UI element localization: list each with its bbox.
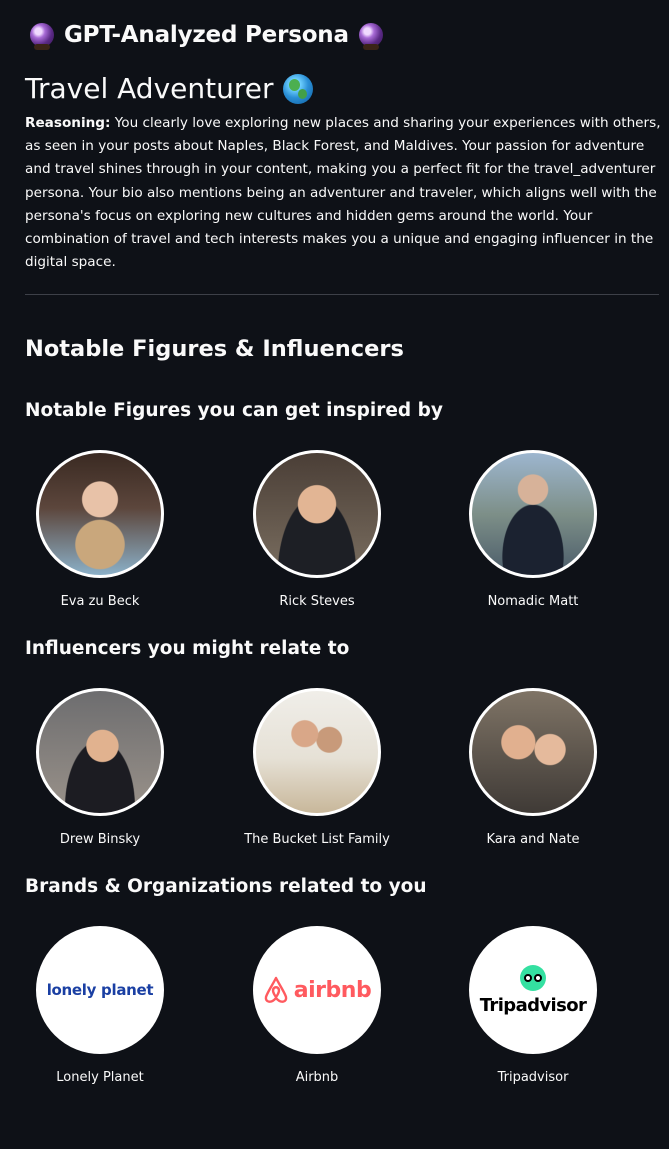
globe-icon (283, 73, 314, 104)
influencer-name: The Bucket List Family (244, 832, 390, 847)
lonely-planet-logo: lonely planet (46, 981, 154, 999)
avatar (469, 450, 597, 578)
brand-name: Lonely Planet (56, 1070, 144, 1085)
persona-title: Travel Adventurer (25, 72, 314, 105)
figure-name: Nomadic Matt (487, 594, 579, 609)
page-header: GPT-Analyzed Persona (30, 22, 383, 50)
avatar (469, 688, 597, 816)
brand-name: Airbnb (295, 1070, 339, 1085)
figure-name: Eva zu Beck (60, 594, 140, 609)
influencer-card[interactable]: The Bucket List Family (217, 688, 417, 847)
crystal-ball-icon (358, 23, 383, 50)
divider (25, 294, 659, 295)
brands-heading: Brands & Organizations related to you (25, 876, 427, 897)
influencer-card[interactable]: Kara and Nate (433, 688, 633, 847)
notable-figure-card[interactable]: Eva zu Beck (0, 450, 200, 609)
notable-figure-card[interactable]: Nomadic Matt (433, 450, 633, 609)
owl-icon (520, 964, 546, 991)
brand-logo: lonely planet (36, 926, 164, 1054)
airbnb-belo-icon (264, 976, 288, 1003)
brand-logo: airbnb (253, 926, 381, 1054)
brand-card[interactable]: Tripadvisor Tripadvisor (433, 926, 633, 1085)
reasoning-body: You clearly love exploring new places an… (25, 115, 661, 271)
influencer-card[interactable]: Drew Binsky (0, 688, 200, 847)
influencer-name: Kara and Nate (486, 832, 580, 847)
brand-card[interactable]: lonely planet Lonely Planet (0, 926, 200, 1085)
airbnb-logo: airbnb (263, 976, 372, 1004)
avatar (36, 688, 164, 816)
brand-logo: Tripadvisor (469, 926, 597, 1054)
section-heading: Notable Figures & Influencers (25, 336, 404, 362)
notable-figures-heading: Notable Figures you can get inspired by (25, 400, 443, 421)
influencers-heading: Influencers you might relate to (25, 638, 350, 659)
influencer-name: Drew Binsky (59, 832, 141, 847)
figure-name: Rick Steves (279, 594, 355, 609)
avatar (36, 450, 164, 578)
persona-name: Travel Adventurer (25, 72, 274, 105)
page-title: GPT-Analyzed Persona (64, 22, 349, 48)
reasoning-label: Reasoning: (25, 115, 111, 131)
brand-card[interactable]: airbnb Airbnb (217, 926, 417, 1085)
reasoning-text: Reasoning: You clearly love exploring ne… (25, 112, 662, 274)
avatar (253, 688, 381, 816)
notable-figure-card[interactable]: Rick Steves (217, 450, 417, 609)
brand-name: Tripadvisor (497, 1070, 569, 1085)
tripadvisor-logo: Tripadvisor (480, 964, 587, 1016)
crystal-ball-icon (30, 23, 54, 50)
avatar (253, 450, 381, 578)
